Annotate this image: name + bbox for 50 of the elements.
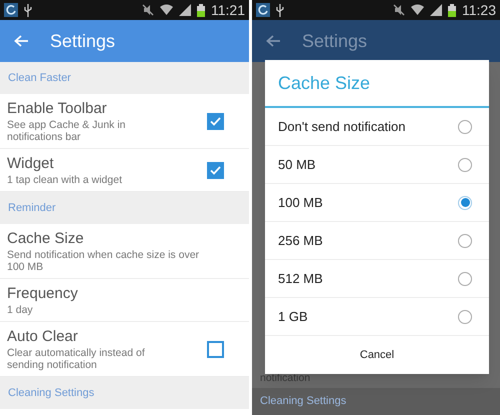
- radio-button[interactable]: [458, 272, 472, 286]
- dialog-title: Cache Size: [265, 60, 489, 108]
- battery-icon: [197, 4, 205, 16]
- radio-button[interactable]: [458, 158, 472, 172]
- setting-description: See app Cache & Junk in notifications bar: [7, 119, 126, 143]
- setting-title: Auto Clear: [7, 327, 79, 347]
- section-header: Reminder: [0, 192, 249, 224]
- check-icon: [210, 116, 221, 126]
- section-header: Cleaning Settings: [0, 377, 249, 409]
- radio-option[interactable]: 100 MB: [265, 184, 489, 222]
- radio-button[interactable]: [458, 310, 472, 324]
- radio-option[interactable]: 256 MB: [265, 222, 489, 260]
- cancel-button[interactable]: Cancel: [265, 336, 489, 374]
- usb-icon: [276, 4, 284, 16]
- radio-option[interactable]: Don't send notification: [265, 108, 489, 146]
- radio-button[interactable]: [458, 234, 472, 248]
- mute-icon: [393, 4, 405, 16]
- setting-description: Clear automatically instead of sending notification: [7, 347, 146, 371]
- signal-icon: [179, 4, 191, 16]
- app-bar-title: Settings: [302, 30, 368, 53]
- signal-icon: [430, 4, 442, 16]
- wifi-icon: [411, 4, 424, 16]
- checkbox[interactable]: [207, 112, 224, 130]
- checkbox[interactable]: [207, 162, 224, 178]
- setting-description: 1 tap clean with a widget: [7, 174, 123, 186]
- refresh-icon: [4, 3, 18, 17]
- setting-description: 1 day: [7, 304, 34, 316]
- setting-title: Frequency: [7, 284, 79, 304]
- setting-title: Cache Size: [7, 229, 85, 249]
- radio-option[interactable]: 512 MB: [265, 260, 489, 298]
- back-arrow-icon[interactable]: [266, 35, 280, 47]
- clock-time: 11:23: [462, 3, 496, 17]
- battery-icon: [448, 4, 456, 16]
- wifi-icon: [160, 4, 173, 16]
- usb-icon: [24, 4, 32, 16]
- radio-option[interactable]: 50 MB: [265, 146, 489, 184]
- radio-button[interactable]: [458, 120, 472, 134]
- checkbox[interactable]: [207, 340, 224, 358]
- clock-time: 11:21: [211, 3, 245, 17]
- setting-title: Enable Toolbar: [7, 99, 108, 119]
- setting-title: Widget: [7, 154, 55, 174]
- mute-icon: [142, 4, 154, 16]
- app-bar-title: Settings: [50, 30, 116, 53]
- radio-button[interactable]: [458, 196, 472, 210]
- radio-option[interactable]: 1 GB: [265, 298, 489, 336]
- section-header: Cleaning Settings: [252, 388, 500, 415]
- refresh-icon: [256, 3, 270, 17]
- setting-description: Send notification when cache size is over 100 MB: [7, 249, 200, 273]
- check-icon: [210, 166, 221, 174]
- section-header: Clean Faster: [0, 62, 249, 94]
